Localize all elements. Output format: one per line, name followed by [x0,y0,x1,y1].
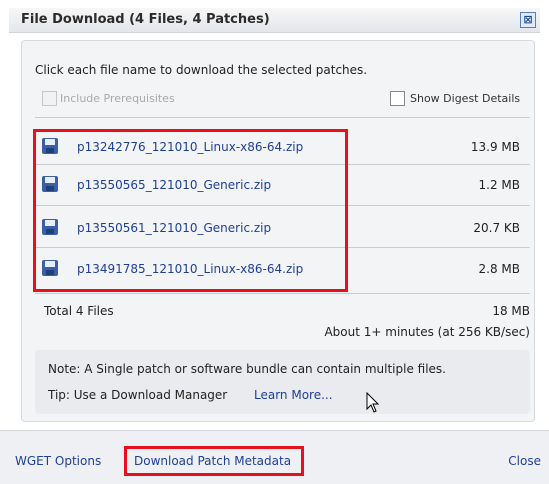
file-list-highlight [33,129,348,292]
divider [35,117,530,118]
instructions-text: Click each file name to download the sel… [35,63,368,77]
file-download-dialog: File Download (4 Files, 4 Patches) ⊠ Cli… [0,0,549,484]
file-size: 2.8 MB [478,262,520,276]
learn-more-link[interactable]: Learn More... [254,388,333,402]
file-size: 13.9 MB [470,140,520,154]
close-link[interactable]: Close [508,454,541,468]
total-files-label: Total 4 Files [44,304,114,318]
file-size: 20.7 KB [473,221,520,235]
note-text: Note: A Single patch or software bundle … [48,362,446,376]
show-digest-details-label: Show Digest Details [410,92,521,105]
tip-text: Tip: Use a Download Manager [48,388,228,402]
download-estimate: About 1+ minutes (at 256 KB/sec) [324,325,530,339]
dialog-title: File Download (4 Files, 4 Patches) [21,12,270,27]
file-size: 1.2 MB [478,178,520,192]
download-patch-metadata-link[interactable]: Download Patch Metadata [124,446,304,476]
show-digest-details-checkbox[interactable] [390,91,405,106]
divider [35,293,530,294]
include-prerequisites-label: Include Prerequisites [60,92,175,105]
dialog-titlebar: File Download (4 Files, 4 Patches) ⊠ [9,8,540,33]
note-box [35,350,530,414]
include-prerequisites-checkbox[interactable] [42,91,57,106]
close-icon[interactable]: ⊠ [520,12,536,28]
wget-options-link[interactable]: WGET Options [15,454,101,468]
total-size: 18 MB [492,304,530,318]
mouse-pointer-icon [366,392,380,413]
